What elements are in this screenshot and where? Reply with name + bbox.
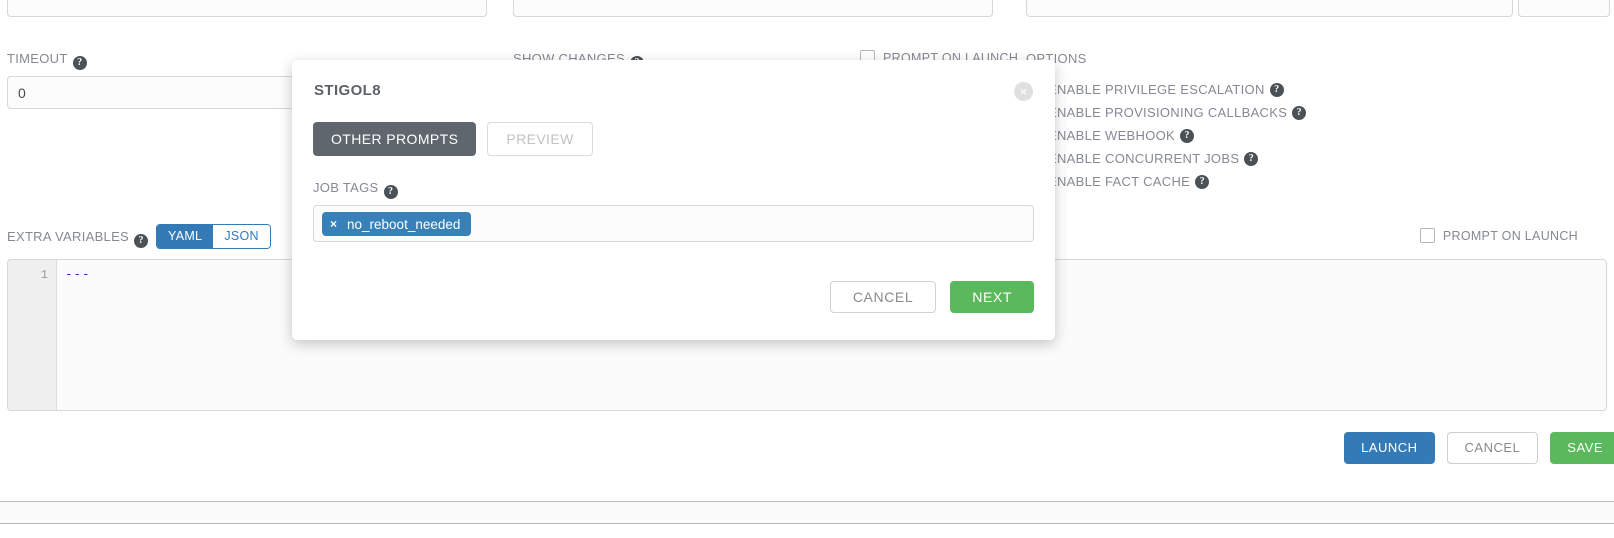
format-toggle[interactable]: YAML JSON bbox=[156, 224, 271, 249]
prompt-modal: STIGOL8 × OTHER PROMPTS PREVIEW JOB TAGS… bbox=[292, 60, 1055, 340]
option-item-concurrent-jobs[interactable]: ENABLE CONCURRENT JOBS? bbox=[1048, 147, 1306, 170]
footer-bar bbox=[0, 502, 1614, 524]
modal-action-bar: CANCEL NEXT bbox=[829, 281, 1034, 313]
tab-preview[interactable]: PREVIEW bbox=[487, 122, 593, 156]
form-field-top-1[interactable] bbox=[7, 0, 487, 17]
help-icon[interactable]: ? bbox=[383, 185, 398, 199]
option-label: ENABLE PRIVILEGE ESCALATION bbox=[1048, 82, 1265, 97]
save-button[interactable]: SAVE bbox=[1550, 432, 1614, 464]
job-tag-label: no_reboot_needed bbox=[347, 216, 461, 232]
close-icon[interactable]: × bbox=[1014, 82, 1033, 101]
form-field-top-4[interactable] bbox=[1518, 0, 1610, 17]
option-label: ENABLE WEBHOOK bbox=[1048, 128, 1176, 143]
job-tags-input[interactable]: × no_reboot_needed bbox=[313, 205, 1034, 242]
extra-variables-label-group: EXTRA VARIABLES? bbox=[7, 229, 149, 248]
modal-cancel-button[interactable]: CANCEL bbox=[829, 281, 937, 313]
option-label: ENABLE CONCURRENT JOBS bbox=[1048, 151, 1240, 166]
prompt-on-launch-label: PROMPT ON LAUNCH bbox=[1442, 228, 1578, 243]
checkbox-icon[interactable] bbox=[1419, 228, 1435, 243]
form-field-top-2[interactable] bbox=[513, 0, 993, 17]
job-tags-label: JOB TAGS bbox=[313, 180, 379, 195]
job-tag-chip[interactable]: × no_reboot_needed bbox=[322, 212, 472, 236]
option-label: ENABLE PROVISIONING CALLBACKS bbox=[1048, 105, 1288, 120]
format-toggle-yaml[interactable]: YAML bbox=[157, 225, 214, 248]
editor-line-number: 1 bbox=[40, 268, 48, 282]
extra-variables-label: EXTRA VARIABLES bbox=[7, 229, 130, 244]
tab-other-prompts[interactable]: OTHER PROMPTS bbox=[313, 122, 477, 156]
help-icon[interactable]: ? bbox=[1269, 82, 1284, 97]
modal-tabs: OTHER PROMPTS PREVIEW bbox=[313, 122, 593, 156]
prompt-on-launch-checkbox-2[interactable]: PROMPT ON LAUNCH bbox=[1419, 228, 1578, 243]
timeout-label: TIMEOUT bbox=[7, 51, 68, 66]
option-item-privilege-escalation[interactable]: ENABLE PRIVILEGE ESCALATION? bbox=[1048, 78, 1306, 101]
help-icon[interactable]: ? bbox=[1180, 128, 1195, 143]
help-icon[interactable]: ? bbox=[1195, 174, 1210, 189]
timeout-label-group: TIMEOUT? bbox=[7, 51, 87, 70]
editor-gutter: 1 bbox=[8, 260, 57, 410]
help-icon[interactable]: ? bbox=[134, 234, 149, 248]
options-list: ENABLE PRIVILEGE ESCALATION? ENABLE PROV… bbox=[1048, 78, 1307, 193]
job-tags-label-group: JOB TAGS? bbox=[313, 180, 398, 199]
cancel-button[interactable]: CANCEL bbox=[1446, 432, 1539, 464]
option-item-provisioning-callbacks[interactable]: ENABLE PROVISIONING CALLBACKS? bbox=[1048, 101, 1307, 124]
help-icon[interactable]: ? bbox=[72, 56, 87, 70]
modal-title: STIGOL8 bbox=[314, 82, 381, 99]
option-item-webhook[interactable]: ENABLE WEBHOOK? bbox=[1048, 124, 1306, 147]
form-action-bar: LAUNCH CANCEL SAVE bbox=[1344, 432, 1614, 464]
help-icon[interactable]: ? bbox=[1244, 151, 1259, 166]
remove-tag-icon[interactable]: × bbox=[330, 217, 337, 231]
help-icon[interactable]: ? bbox=[1292, 105, 1307, 120]
option-item-fact-cache[interactable]: ENABLE FACT CACHE? bbox=[1048, 170, 1306, 193]
launch-button[interactable]: LAUNCH bbox=[1344, 432, 1435, 464]
form-field-top-3[interactable] bbox=[1026, 0, 1513, 17]
option-label: ENABLE FACT CACHE bbox=[1048, 174, 1191, 189]
modal-next-button[interactable]: NEXT bbox=[950, 281, 1034, 313]
format-toggle-json[interactable]: JSON bbox=[213, 225, 270, 248]
